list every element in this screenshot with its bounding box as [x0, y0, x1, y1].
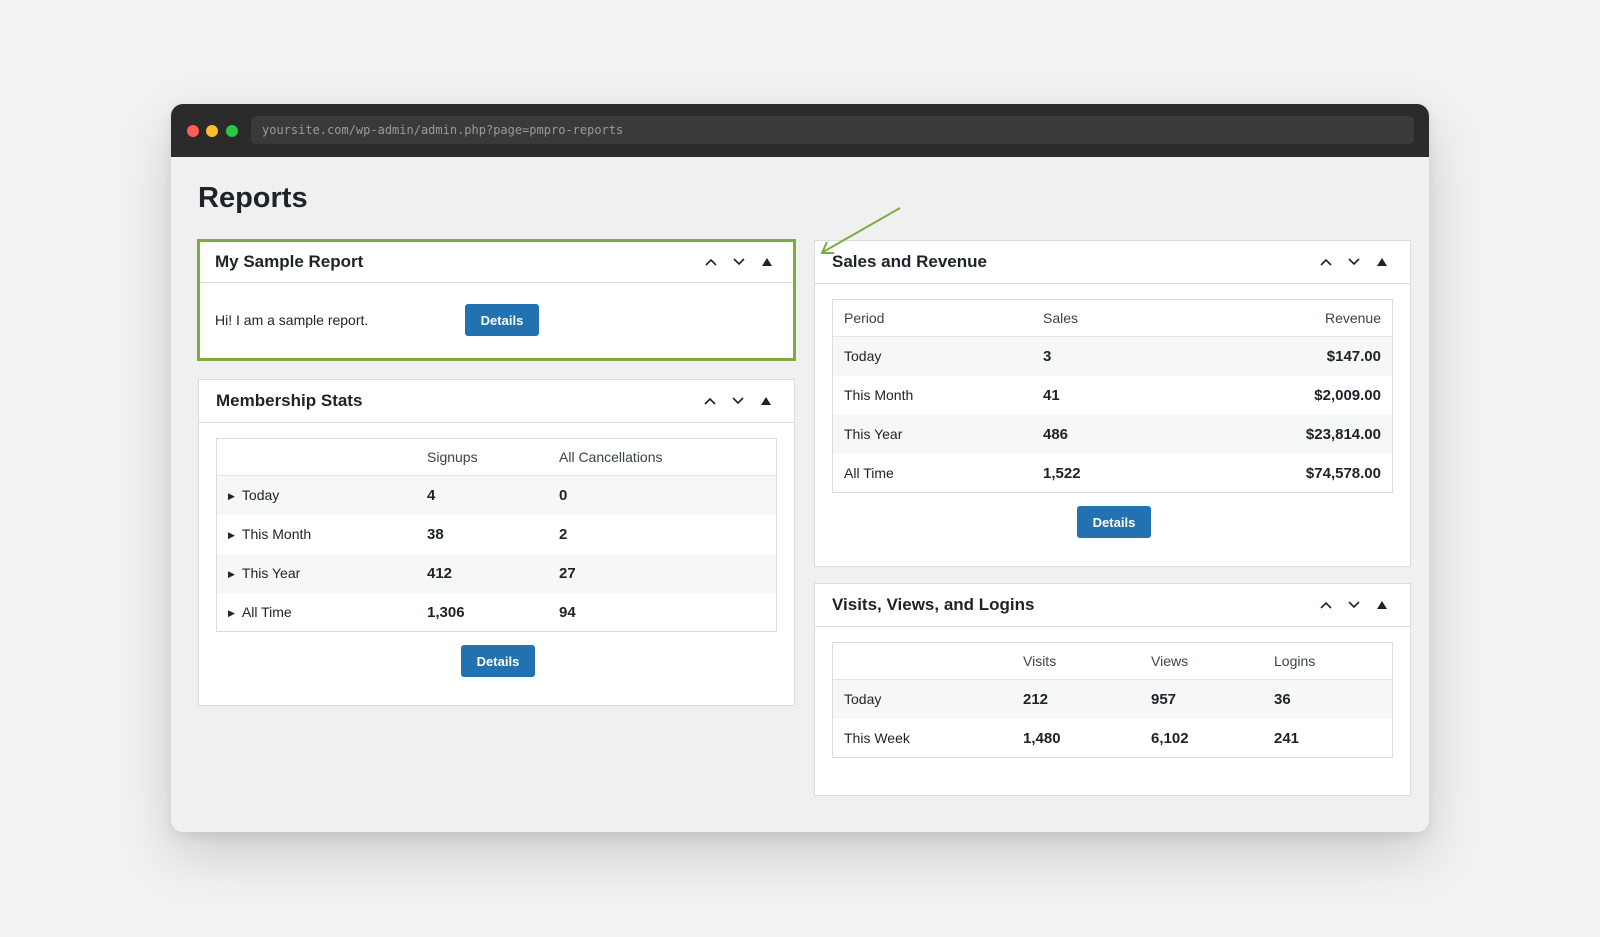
- browser-window: yoursite.com/wp-admin/admin.php?page=pmp…: [171, 104, 1429, 832]
- annotation-arrow: [820, 207, 901, 254]
